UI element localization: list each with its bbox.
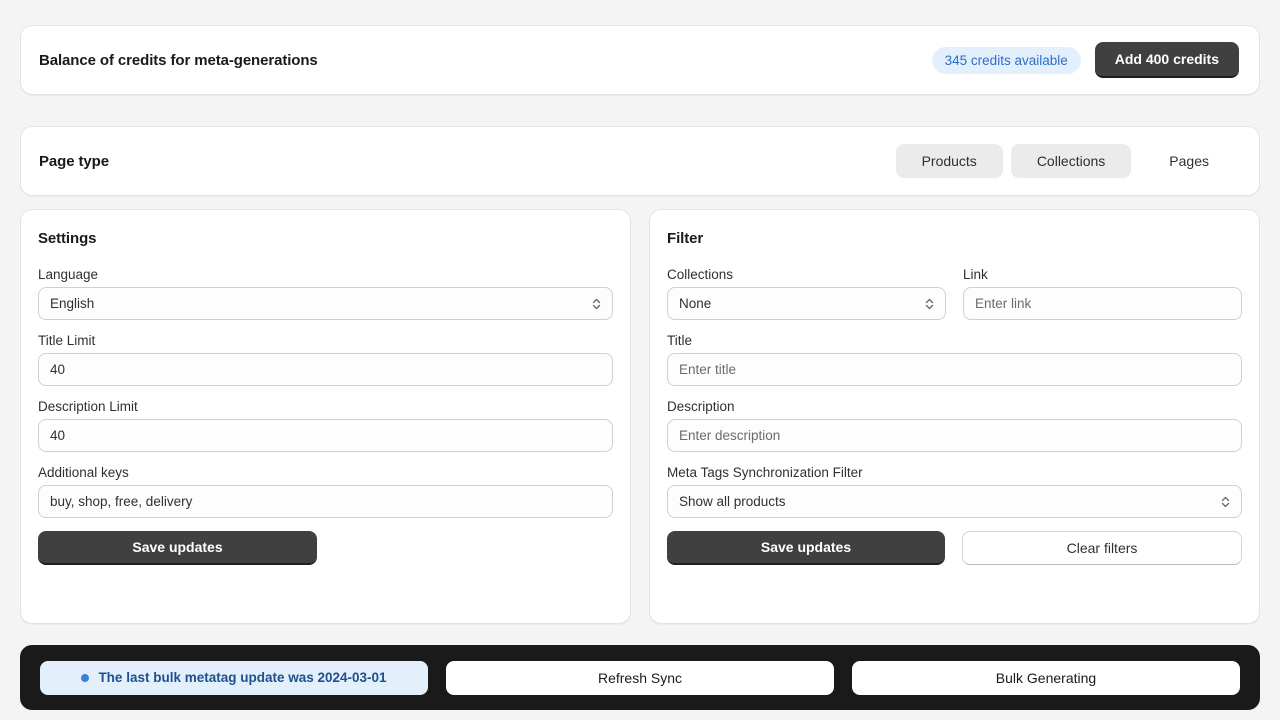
link-control: [963, 287, 1242, 320]
link-label: Link: [963, 267, 988, 282]
collections-link-row: Collections None Link: [667, 267, 1242, 333]
language-field: Language English: [38, 267, 613, 320]
clear-filters-button[interactable]: Clear filters: [962, 531, 1242, 565]
filter-title-label: Title: [667, 333, 693, 348]
filter-description-control: [667, 419, 1242, 452]
additional-keys-field: Additional keys: [38, 465, 613, 518]
collections-control: None: [667, 287, 946, 320]
last-update-banner: The last bulk metatag update was 2024-03…: [40, 660, 428, 695]
collections-field: Collections None: [667, 267, 946, 320]
sync-filter-control: Show all products: [667, 485, 1242, 518]
tab-pages[interactable]: Pages: [1139, 144, 1239, 178]
additional-keys-label: Additional keys: [38, 465, 129, 480]
sync-filter-select[interactable]: Show all products: [667, 485, 1242, 518]
collections-label: Collections: [667, 267, 734, 282]
settings-panel: Settings Language English Title Limit 40…: [20, 209, 631, 624]
app-page: Balance of credits for meta-generations …: [0, 0, 1280, 720]
filter-panel: Filter Collections None Link Enter link …: [649, 209, 1260, 624]
page-type-title: Page type: [39, 152, 109, 170]
link-input[interactable]: [963, 287, 1242, 320]
filter-description-input[interactable]: [667, 419, 1242, 452]
language-control: English: [38, 287, 613, 320]
description-limit-control: [38, 419, 613, 452]
settings-title: Settings: [38, 230, 97, 247]
credits-actions: 345 credits available Add 400 credits: [931, 42, 1239, 78]
tab-products[interactable]: Products: [895, 144, 1003, 178]
filter-save-button[interactable]: Save updates: [667, 531, 945, 565]
title-limit-label: Title Limit: [38, 333, 96, 348]
settings-save-button[interactable]: Save updates: [38, 531, 317, 565]
credits-available-badge: 345 credits available: [931, 46, 1081, 74]
additional-keys-input[interactable]: [38, 485, 613, 518]
description-limit-input[interactable]: [38, 419, 613, 452]
settings-actions-spacer: [334, 531, 613, 565]
collections-select[interactable]: None: [667, 287, 946, 320]
title-limit-input[interactable]: [38, 353, 613, 386]
filter-description-field: Description: [667, 399, 1242, 452]
filter-title: Filter: [667, 230, 704, 247]
filter-title-input[interactable]: [667, 353, 1242, 386]
title-limit-control: [38, 353, 613, 386]
filter-title-field: Title: [667, 333, 1242, 386]
filter-actions: Save updates Clear filters: [667, 531, 1242, 565]
additional-keys-control: [38, 485, 613, 518]
settings-actions: Save updates: [38, 531, 613, 565]
page-type-card: Page type Products Collections Pages: [20, 126, 1260, 196]
status-dot-icon: [81, 673, 90, 682]
page-type-tabs: Products Collections Pages: [895, 144, 1239, 178]
last-update-text: The last bulk metatag update was 2024-03…: [98, 670, 387, 685]
description-limit-field: Description Limit: [38, 399, 613, 452]
bulk-generating-button[interactable]: Bulk Generating: [852, 660, 1240, 695]
link-field: Link: [963, 267, 1242, 320]
tab-collections[interactable]: Collections: [1010, 144, 1132, 178]
panels-row: Settings Language English Title Limit 40…: [20, 209, 1260, 624]
title-limit-field: Title Limit: [38, 333, 613, 386]
bottom-action-bar: The last bulk metatag update was 2024-03…: [20, 645, 1260, 710]
credits-card: Balance of credits for meta-generations …: [20, 25, 1260, 95]
filter-title-control: [667, 353, 1242, 386]
filter-description-label: Description: [667, 399, 735, 414]
language-label: Language: [38, 267, 99, 282]
credits-title: Balance of credits for meta-generations: [39, 51, 318, 69]
sync-filter-field: Meta Tags Synchronization Filter Show al…: [667, 465, 1242, 518]
refresh-sync-button[interactable]: Refresh Sync: [446, 660, 834, 695]
sync-filter-label: Meta Tags Synchronization Filter: [667, 465, 863, 480]
add-credits-button[interactable]: Add 400 credits: [1094, 42, 1239, 78]
description-limit-label: Description Limit: [38, 399, 138, 414]
language-select[interactable]: English: [38, 287, 613, 320]
